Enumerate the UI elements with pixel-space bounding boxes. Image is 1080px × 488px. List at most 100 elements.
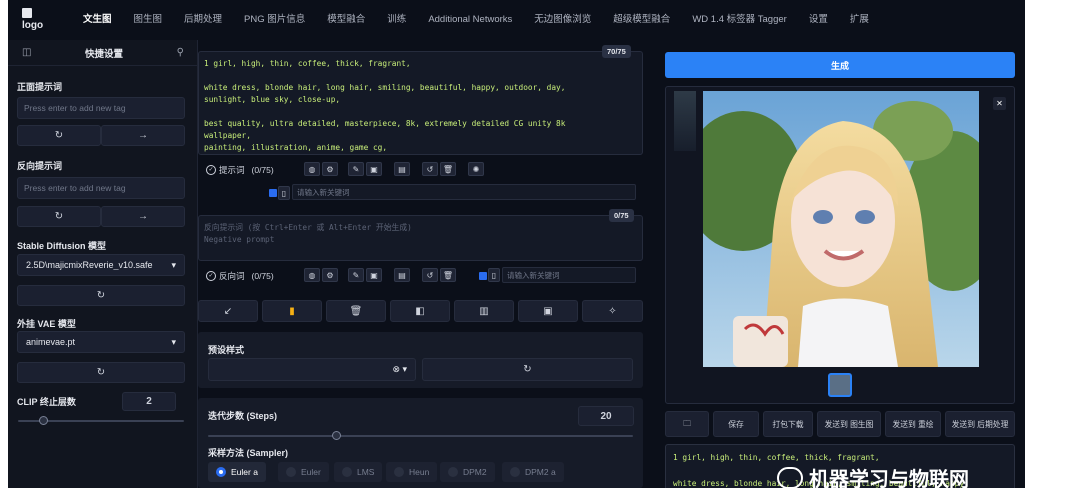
trash-icon[interactable]: 🗑 xyxy=(440,162,456,176)
prompt-tag-checkbox[interactable] xyxy=(269,189,277,197)
globe-icon[interactable]: ◍ xyxy=(304,162,320,176)
output-gallery: ✕ xyxy=(665,86,1015,404)
prompt-label: 提示词 xyxy=(219,165,245,175)
negative-label: 反向词 xyxy=(219,271,245,281)
palette-icon[interactable]: ✺ xyxy=(468,162,484,176)
pin-icon[interactable]: ⚲ xyxy=(177,47,184,58)
sampler-option-dpm2-a[interactable]: DPM2 a xyxy=(502,462,564,482)
clear-button[interactable]: 🗑 xyxy=(326,300,386,322)
sampler-option-label: Euler xyxy=(301,467,321,477)
zip-button[interactable]: 打包下载 xyxy=(763,411,813,437)
steps-label: 迭代步数 (Steps) xyxy=(208,411,278,421)
sampler-option-lms[interactable]: LMS xyxy=(334,462,383,482)
vae-refresh-button[interactable]: ↻ xyxy=(17,362,185,383)
positive-prompt-label: 正面提示词 xyxy=(17,82,63,92)
prompt-tag-input[interactable]: 请输入新关键词 xyxy=(292,184,636,200)
tab-txt2img[interactable]: 文生图 xyxy=(72,0,123,40)
generate-button[interactable]: 生成 xyxy=(665,52,1015,78)
generated-image[interactable] xyxy=(703,91,979,367)
watermark: 机器学习与物联网 xyxy=(777,463,969,488)
positive-tag-input[interactable]: Press enter to add new tag xyxy=(17,97,185,119)
sampler-option-heun[interactable]: Heun xyxy=(386,462,438,482)
save-button[interactable]: 保存 xyxy=(713,411,759,437)
edit-icon[interactable]: ✎ xyxy=(348,268,364,282)
tab-train[interactable]: 训练 xyxy=(376,0,417,40)
history-icon[interactable]: ↺ xyxy=(422,268,438,282)
image-icon[interactable]: ▤ xyxy=(394,268,410,282)
negative-tag-input[interactable]: Press enter to add new tag xyxy=(17,177,185,199)
sampler-option-dpm2[interactable]: DPM2 xyxy=(440,462,495,482)
sampler-option-label: DPM2 xyxy=(463,467,487,477)
paste-button[interactable]: ▮ xyxy=(262,300,322,322)
negative-row-count: (0/75) xyxy=(251,271,274,281)
gear-icon[interactable]: ⚙ xyxy=(322,268,338,282)
sampler-option-euler-a[interactable]: Euler a xyxy=(208,462,266,482)
globe-icon[interactable]: ◍ xyxy=(304,268,320,282)
bookmark-icon[interactable]: ▣ xyxy=(366,268,382,282)
send-to-inpaint-button[interactable]: 发送到 重绘 xyxy=(885,411,941,437)
negative-refresh-button[interactable]: ↻ xyxy=(17,206,101,227)
send-to-img2img-button[interactable]: 发送到 图生图 xyxy=(817,411,881,437)
tab-checkpoint-merger[interactable]: 模型融合 xyxy=(316,0,376,40)
vae-select[interactable]: animevae.pt ▾ xyxy=(17,331,185,353)
tab-extras[interactable]: 后期处理 xyxy=(173,0,233,40)
tab-image-browser[interactable]: 无边图像浏览 xyxy=(523,0,602,40)
gear-icon[interactable]: ⚙ xyxy=(322,162,338,176)
tab-additional-networks[interactable]: Additional Networks xyxy=(417,0,523,40)
sampler-option-label: Heun xyxy=(409,467,430,477)
tab-png-info[interactable]: PNG 图片信息 xyxy=(233,0,316,40)
read-params-button[interactable]: ↙ xyxy=(198,300,258,322)
open-folder-button[interactable]: 🗀 xyxy=(665,411,709,437)
clipboard-button[interactable]: ▥ xyxy=(454,300,514,322)
sidebar-toggle-icon[interactable]: ◫ xyxy=(22,47,31,58)
negative-row-label: ✓ 反向词 (0/75) xyxy=(206,270,274,282)
history-icon[interactable]: ↺ xyxy=(422,162,438,176)
image-icon[interactable]: ▤ xyxy=(394,162,410,176)
negative-tag-input[interactable]: 请输入新关键词 xyxy=(502,267,636,283)
extra-networks-button[interactable]: ◧ xyxy=(390,300,450,322)
sampler-option-euler[interactable]: Euler xyxy=(278,462,329,482)
steps-track[interactable] xyxy=(208,435,633,437)
clip-skip-knob[interactable] xyxy=(38,416,48,425)
logo: logo xyxy=(8,0,58,40)
negative-tag-checkbox[interactable] xyxy=(479,272,487,280)
columns-icon[interactable]: ▯ xyxy=(488,268,500,282)
styles-refresh-button[interactable]: ↻ xyxy=(422,358,633,381)
vae-label: 外挂 VAE 模型 xyxy=(17,319,76,329)
check-circle-icon[interactable]: ✓ xyxy=(206,165,216,175)
webui-app: logo 文生图 图生图 后期处理 PNG 图片信息 模型融合 训练 Addit… xyxy=(8,0,1025,488)
negative-send-button[interactable]: → xyxy=(101,206,185,227)
edit-icon[interactable]: ✎ xyxy=(348,162,364,176)
sd-model-select[interactable]: 2.5D\majicmixReverie_v10.safe ▾ xyxy=(17,254,185,276)
tab-tagger[interactable]: WD 1.4 标签器 Tagger xyxy=(681,0,798,40)
positive-send-button[interactable]: → xyxy=(101,125,185,146)
steps-knob[interactable] xyxy=(331,431,341,440)
send-to-extras-button[interactable]: 发送到 后期处理 xyxy=(945,411,1015,437)
save-style-button[interactable]: ▣ xyxy=(518,300,578,322)
columns-icon[interactable]: ▯ xyxy=(278,186,290,200)
positive-refresh-button[interactable]: ↻ xyxy=(17,125,101,146)
tab-super-merger[interactable]: 超级模型融合 xyxy=(602,0,681,40)
steps-value[interactable]: 20 xyxy=(578,406,634,426)
prompt-row-count: (0/75) xyxy=(251,165,274,175)
previous-thumbnail[interactable] xyxy=(674,91,696,151)
negative-prompt-textarea[interactable]: 反向提示词 (按 Ctrl+Enter 或 Alt+Enter 开始生成) Ne… xyxy=(198,215,643,261)
bookmark-icon[interactable]: ▣ xyxy=(366,162,382,176)
panel-icon: ◧ xyxy=(415,305,425,317)
tab-settings[interactable]: 设置 xyxy=(798,0,839,40)
tab-extensions[interactable]: 扩展 xyxy=(839,0,880,40)
trash-icon[interactable]: 🗑 xyxy=(440,268,456,282)
prompt-textarea[interactable]: 1 girl, high, thin, coffee, thick, fragr… xyxy=(198,51,643,155)
tab-img2img[interactable]: 图生图 xyxy=(123,0,174,40)
styles-select[interactable]: ⊗ ▾ xyxy=(208,358,416,381)
sd-model-refresh-button[interactable]: ↻ xyxy=(17,285,185,306)
clip-skip-value[interactable]: 2 xyxy=(122,392,176,411)
magic-button[interactable]: ✧ xyxy=(582,300,643,322)
prompt-row-label: ✓ 提示词 (0/75) xyxy=(206,164,274,176)
check-circle-icon[interactable]: ✓ xyxy=(206,271,216,281)
watermark-text: 机器学习与物联网 xyxy=(809,469,969,488)
refresh-icon: ↻ xyxy=(54,130,64,141)
close-icon[interactable]: ✕ xyxy=(993,97,1006,110)
folder-icon: 🗀 xyxy=(683,418,691,428)
selected-thumbnail[interactable] xyxy=(828,373,852,397)
